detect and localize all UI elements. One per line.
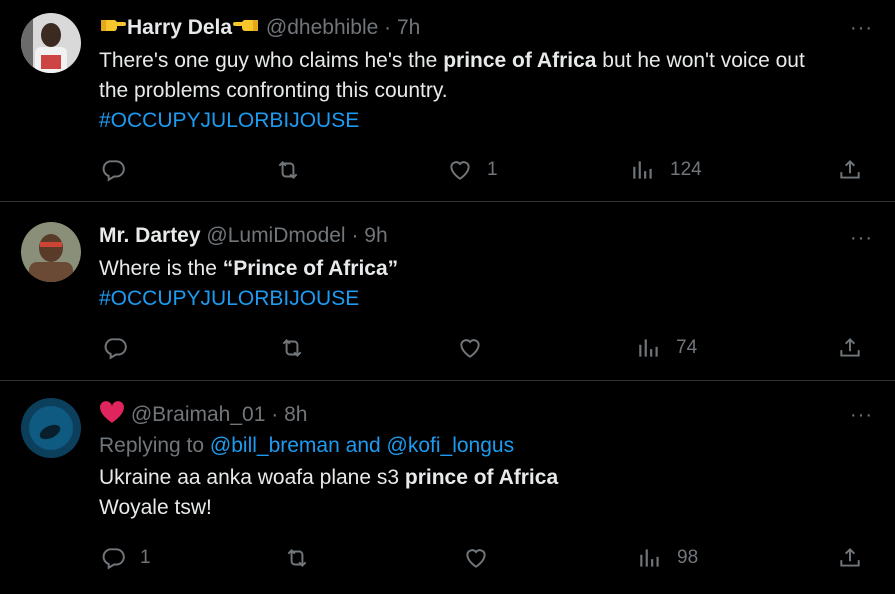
- action-bar: 1 98: [0, 543, 895, 573]
- hashtag-link[interactable]: #OCCUPYJULORBIJOUSE: [99, 106, 805, 136]
- avatar[interactable]: [21, 13, 81, 73]
- tweet[interactable]: @Braimah_01 · 8h ··· Replying to @bill_b…: [0, 381, 895, 593]
- retweet-icon: [287, 549, 307, 567]
- tweet[interactable]: Harry Dela @dhebhible · 7h ··· There's o…: [0, 0, 895, 202]
- share-button[interactable]: [837, 333, 863, 363]
- reply-button[interactable]: 1: [100, 543, 151, 573]
- reply-icon: [104, 338, 127, 360]
- timestamp[interactable]: 7h: [397, 16, 420, 39]
- share-icon: [840, 547, 860, 567]
- views-button[interactable]: 74: [636, 333, 697, 363]
- views-icon: [640, 549, 659, 567]
- username[interactable]: @LumiDmodel: [206, 224, 345, 247]
- share-icon: [840, 337, 860, 357]
- text-line: Woyale tsw!: [99, 496, 212, 519]
- separator: ·: [351, 224, 359, 247]
- reply-button[interactable]: [102, 333, 128, 363]
- like-button[interactable]: [457, 333, 483, 363]
- retweet-button[interactable]: [275, 155, 301, 185]
- text-line: There's one guy who claims he's the prin…: [99, 49, 805, 72]
- tweet-header: Mr. Dartey @LumiDmodel · 9h: [99, 223, 388, 249]
- view-count: 74: [676, 337, 698, 358]
- separator: ·: [271, 403, 279, 427]
- mention-link[interactable]: @kofi_longus: [387, 434, 515, 457]
- share-icon: [840, 159, 860, 179]
- reply-count: 1: [140, 547, 151, 568]
- hashtag-link[interactable]: #OCCUPYJULORBIJOUSE: [99, 284, 398, 314]
- retweet-icon: [278, 161, 298, 179]
- text-line: Where is the “Prince of Africa”: [99, 257, 399, 280]
- pointing-hand-icon: [232, 15, 260, 42]
- separator: ·: [384, 16, 392, 40]
- retweet-icon: [282, 339, 302, 357]
- share-button[interactable]: [837, 543, 863, 573]
- retweet-button[interactable]: [284, 543, 310, 573]
- like-button[interactable]: [463, 543, 489, 573]
- text-line: the problems confronting this country.: [99, 79, 448, 102]
- reply-button[interactable]: [100, 155, 140, 185]
- like-icon: [460, 339, 480, 358]
- views-icon: [639, 339, 658, 357]
- avatar[interactable]: [21, 398, 81, 458]
- reply-icon: [102, 160, 125, 182]
- display-name[interactable]: Mr. Dartey: [99, 224, 201, 247]
- reply-icon: [102, 548, 125, 570]
- retweet-button[interactable]: [279, 333, 305, 363]
- heart-emoji-icon: [99, 400, 125, 431]
- view-count: 98: [677, 547, 699, 568]
- views-button[interactable]: 98: [637, 543, 698, 573]
- tweet-text: Replying to @bill_breman and @kofi_longu…: [99, 431, 558, 523]
- share-button[interactable]: [837, 155, 863, 185]
- more-options-icon[interactable]: ···: [850, 228, 873, 248]
- like-button[interactable]: 1: [447, 155, 498, 185]
- more-options-icon[interactable]: ···: [850, 18, 873, 38]
- avatar[interactable]: [21, 222, 81, 282]
- tweet-text: There's one guy who claims he's the prin…: [99, 46, 805, 136]
- tweet-header: Harry Dela @dhebhible · 7h: [99, 15, 420, 42]
- views-icon: [633, 161, 652, 179]
- view-count: 124: [670, 159, 702, 180]
- display-name[interactable]: Harry Dela: [127, 16, 232, 39]
- timestamp[interactable]: 8h: [284, 403, 307, 426]
- tweet-header: @Braimah_01 · 8h: [99, 400, 307, 431]
- like-count: 1: [487, 159, 498, 180]
- replying-to: Replying to @bill_breman and @kofi_longu…: [99, 434, 515, 457]
- timestamp[interactable]: 9h: [364, 224, 387, 247]
- tweet-text: Where is the “Prince of Africa” #OCCUPYJ…: [99, 254, 398, 314]
- username[interactable]: @Braimah_01: [131, 403, 266, 426]
- username[interactable]: @dhebhible: [266, 16, 378, 39]
- mention-link[interactable]: @bill_breman: [210, 434, 340, 457]
- pointing-hand-icon: [99, 15, 127, 42]
- like-icon: [450, 161, 470, 180]
- action-bar: 1 124: [0, 155, 895, 185]
- views-button[interactable]: 124: [630, 155, 702, 185]
- text-line: Ukraine aa anka woafa plane s3 prince of…: [99, 466, 559, 489]
- action-bar: 74: [0, 333, 895, 363]
- tweet[interactable]: Mr. Dartey @LumiDmodel · 9h ··· Where is…: [0, 202, 895, 381]
- like-icon: [466, 549, 486, 568]
- more-options-icon[interactable]: ···: [850, 405, 873, 425]
